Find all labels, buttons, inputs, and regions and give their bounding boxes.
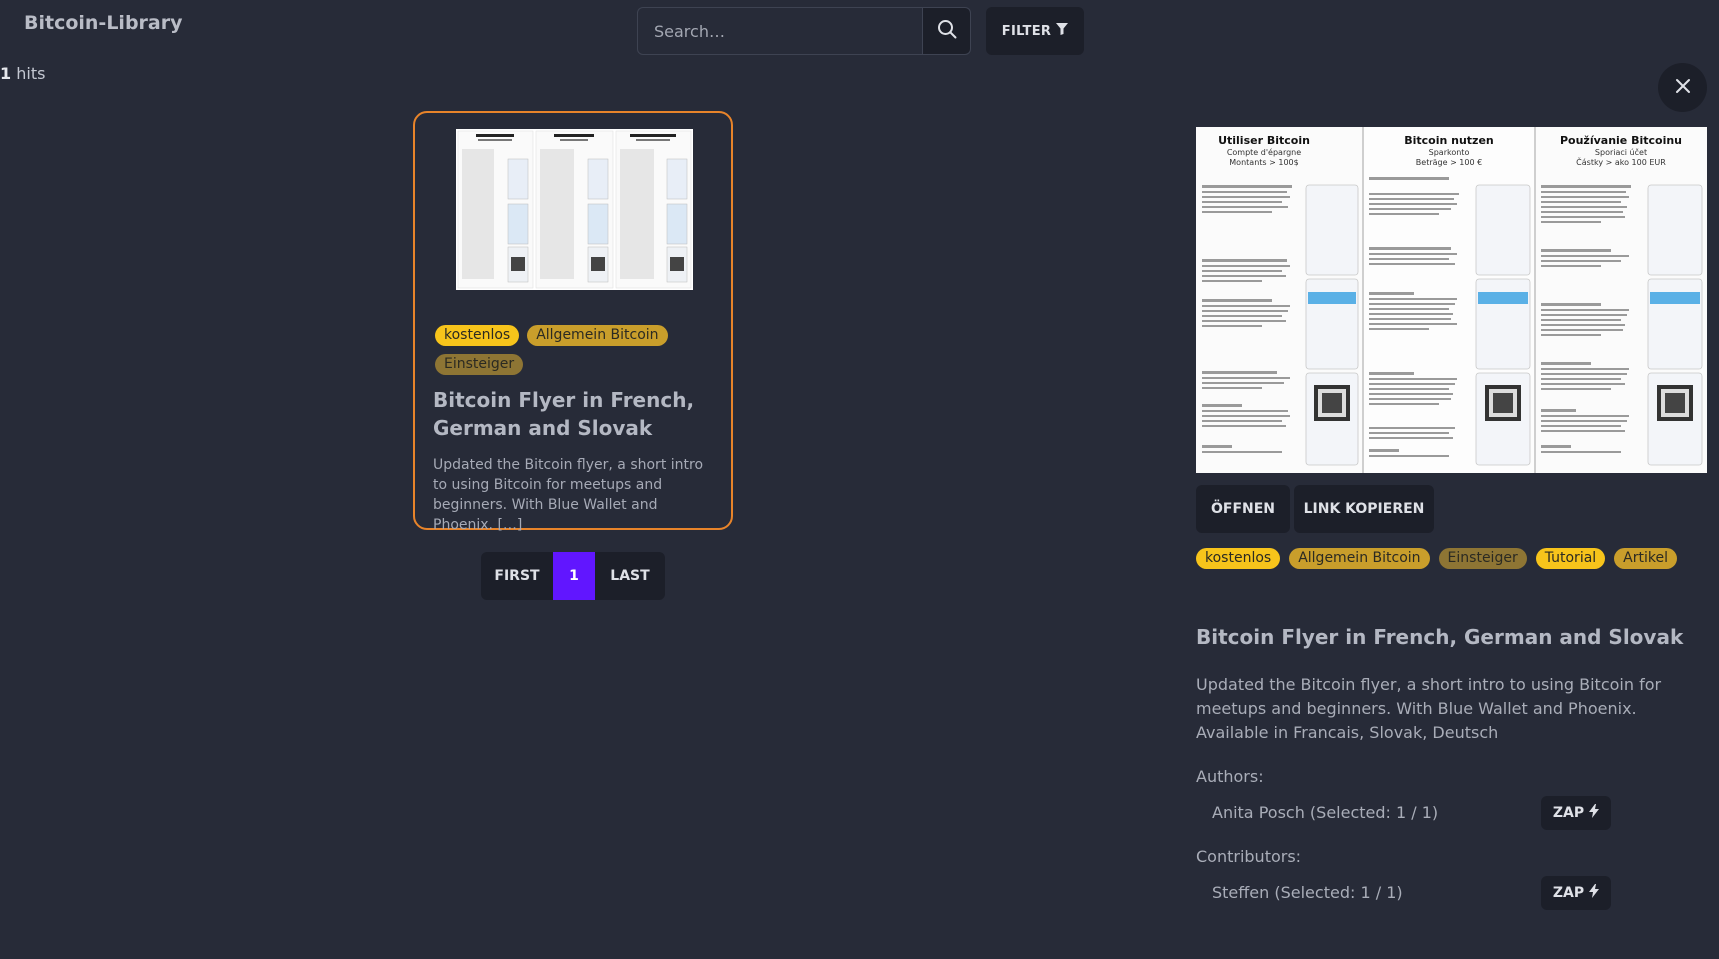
- filter-label: FILTER: [1001, 23, 1052, 39]
- tag-einsteiger[interactable]: Einsteiger: [1438, 548, 1527, 569]
- pagination-first-button[interactable]: FIRST: [481, 552, 553, 600]
- zap-label: ZAP: [1552, 885, 1585, 901]
- preview-panel-sub1: Sparkonto: [1429, 148, 1470, 157]
- card-description: Updated the Bitcoin flyer, a short intro…: [433, 457, 704, 533]
- preview-panel-sub2: Beträge > 100 €: [1416, 158, 1482, 167]
- lightning-icon: [1589, 884, 1600, 902]
- site-logo[interactable]: Bitcoin-Library: [24, 12, 183, 34]
- preview-panel-sub1: Compte d'épargne: [1227, 147, 1301, 157]
- pagination-page-button[interactable]: 1: [553, 552, 595, 600]
- contributor-name: Steffen (Selected: 1 / 1): [1212, 883, 1403, 902]
- detail-tags: kostenlos Allgemein Bitcoin Einsteiger T…: [1196, 548, 1696, 569]
- contributor-zap-button[interactable]: ZAP: [1541, 876, 1611, 910]
- pagination-last-button[interactable]: LAST: [595, 552, 665, 600]
- card-title: Bitcoin Flyer in French, German and Slov…: [433, 388, 695, 440]
- hits-count: 1 hits: [0, 64, 45, 83]
- filter-icon: [1056, 23, 1069, 39]
- thumb-panel-2: [535, 130, 614, 289]
- detail-actions: ÖFFNEN LINK KOPIEREN: [1196, 485, 1434, 533]
- preview-panel-sub2: Částky > ako 100 EUR: [1576, 156, 1666, 167]
- tag-kostenlos[interactable]: kostenlos: [435, 325, 520, 346]
- filter-button[interactable]: FILTER: [986, 7, 1084, 55]
- thumb-panel-1: [457, 130, 534, 289]
- author-name: Anita Posch (Selected: 1 / 1): [1212, 803, 1439, 822]
- pagination: FIRST 1 LAST: [481, 552, 665, 600]
- detail-preview-image: Utiliser Bitcoin Compte d'épargne Montan…: [1196, 127, 1707, 473]
- contributors-label: Contributors:: [1196, 847, 1302, 866]
- search-icon: [937, 19, 957, 43]
- detail-title: Bitcoin Flyer in French, German and Slov…: [1196, 625, 1684, 649]
- search-button[interactable]: [923, 7, 971, 55]
- card-thumbnail: [456, 129, 693, 290]
- tag-einsteiger[interactable]: Einsteiger: [435, 354, 524, 375]
- tag-allgemein-bitcoin[interactable]: Allgemein Bitcoin: [1289, 548, 1430, 569]
- search-input[interactable]: [637, 7, 923, 55]
- preview-panel-title: Utiliser Bitcoin: [1218, 134, 1310, 147]
- preview-panel-title: Bitcoin nutzen: [1404, 134, 1494, 147]
- result-card[interactable]: kostenlos Allgemein Bitcoin Einsteiger B…: [413, 111, 733, 533]
- card-tags: kostenlos Allgemein Bitcoin Einsteiger: [435, 325, 715, 375]
- zap-label: ZAP: [1552, 805, 1585, 821]
- search-bar: [637, 7, 971, 55]
- hits-number: 1: [0, 64, 12, 83]
- close-icon: [1675, 78, 1691, 98]
- detail-description: Updated the Bitcoin flyer, a short intro…: [1196, 675, 1662, 742]
- lightning-icon: [1589, 804, 1600, 822]
- preview-panel-fr: Utiliser Bitcoin Compte d'épargne Montan…: [1196, 127, 1363, 473]
- close-detail-button[interactable]: [1658, 63, 1707, 112]
- author-zap-button[interactable]: ZAP: [1541, 796, 1611, 830]
- tag-artikel[interactable]: Artikel: [1614, 548, 1677, 569]
- authors-label: Authors:: [1196, 767, 1264, 786]
- tag-kostenlos[interactable]: kostenlos: [1196, 548, 1281, 569]
- copy-link-button[interactable]: LINK KOPIEREN: [1294, 485, 1434, 533]
- hits-suffix: hits: [11, 64, 46, 83]
- preview-panel-sk: Používanie Bitcoinu Sporiaci účet Částky…: [1534, 127, 1707, 473]
- tag-tutorial[interactable]: Tutorial: [1535, 548, 1606, 569]
- preview-panel-de: Bitcoin nutzen Sparkonto Beträge > 100 €: [1362, 127, 1535, 473]
- preview-panel-sub1: Sporiaci účet: [1595, 147, 1647, 157]
- preview-panel-sub2: Montants > 100$: [1229, 158, 1298, 167]
- preview-panel-title: Používanie Bitcoinu: [1560, 134, 1682, 147]
- tag-allgemein-bitcoin[interactable]: Allgemein Bitcoin: [527, 325, 668, 346]
- open-button[interactable]: ÖFFNEN: [1196, 485, 1290, 533]
- thumb-panel-3: [615, 130, 692, 289]
